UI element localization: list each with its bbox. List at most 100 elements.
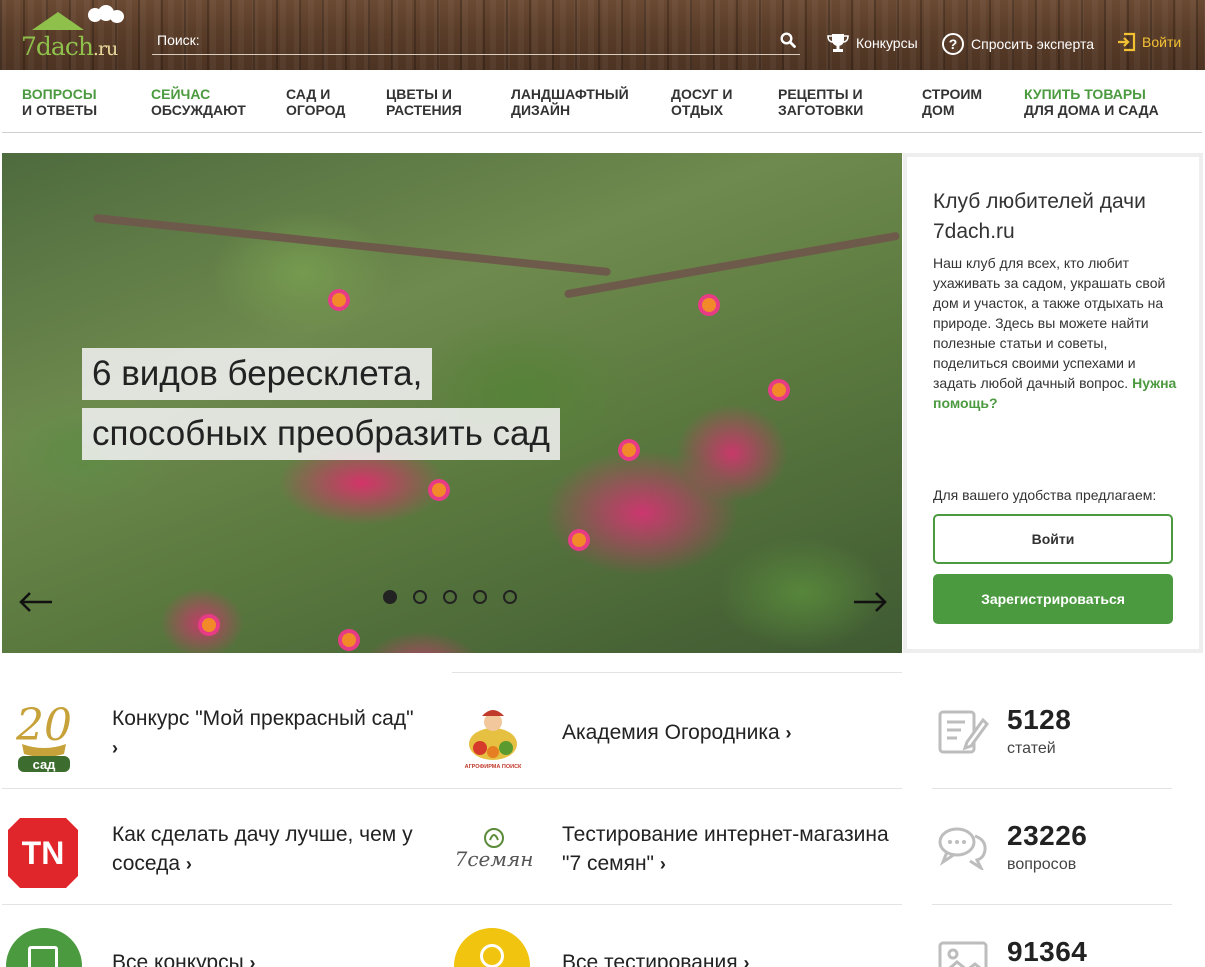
club-description: Наш клуб для всех, кто любит ухаживать з… (933, 253, 1183, 413)
contests-link-label: Конкурсы (856, 35, 918, 51)
arrow-left-icon[interactable] (18, 590, 54, 614)
academy-logo-caption: АГРОФИРМА ПОИСК (465, 764, 522, 770)
slider-dot[interactable] (413, 590, 427, 604)
club-description-text: Наш клуб для всех, кто любит ухаживать з… (933, 255, 1166, 391)
tn-logo-text: TN (22, 835, 65, 871)
contest-promo-label: Конкурс "Мой прекрасный сад" (112, 707, 414, 730)
nav-item-building[interactable]: Строим дом (922, 86, 982, 118)
logo-text: 7dach.ru (21, 32, 118, 61)
article-edit-icon (938, 710, 989, 754)
contest-20-logo: 20 сад (15, 700, 72, 772)
slider-dot[interactable] (383, 590, 397, 604)
slider-dots (383, 590, 517, 604)
svg-text:?: ? (949, 36, 958, 52)
nav-item-label: Сейчас (151, 86, 211, 102)
divider (932, 788, 1172, 789)
better-dacha-promo[interactable]: TN Как сделать дачу лучше, чем у соседа … (2, 806, 452, 896)
hero-berry-decor (332, 293, 346, 307)
nav-item-leisure[interactable]: Досуг и отдых (671, 86, 732, 118)
photo-icon (938, 941, 988, 967)
nav-item-label: Досуг и (671, 86, 733, 102)
divider (452, 904, 902, 905)
divider (932, 904, 1172, 905)
nav-item-label: огород (286, 102, 346, 118)
better-dacha-promo-label: Как сделать дачу лучше, чем у соседа (112, 823, 413, 875)
contest-promo[interactable]: 20 сад Конкурс "Мой прекрасный сад" › (2, 690, 452, 780)
contests-list-icon (6, 928, 82, 967)
hero-berry-decor (702, 298, 716, 312)
main-navigation: Вопросы и ответы Сейчас обсуждают Сад и … (2, 70, 1202, 133)
nav-item-label: обсуждают (151, 102, 246, 118)
contests-link[interactable]: Конкурсы (826, 32, 918, 54)
nav-item-label: дом (922, 102, 955, 118)
club-panel: Клуб любителей дачи 7dach.ru Наш клуб дл… (903, 153, 1203, 653)
contests-list-glyph (28, 946, 58, 967)
nav-item-label: Сад и (286, 86, 331, 102)
nav-item-label: и ответы (22, 102, 98, 118)
login-button[interactable]: Войти (933, 514, 1173, 564)
chevron-right-icon: › (249, 953, 256, 967)
seven-seeds-logo: 7семян (455, 828, 533, 871)
ask-expert-link[interactable]: ? Спросить эксперта (941, 32, 1094, 56)
divider (2, 788, 452, 789)
hero-title[interactable]: 6 видов бересклета, способных преобразит… (82, 348, 560, 468)
search-input[interactable] (152, 27, 762, 53)
stat-articles-label: статей (1007, 740, 1056, 757)
arrow-right-icon[interactable] (852, 590, 888, 614)
divider (452, 672, 902, 673)
chevron-right-icon: › (785, 723, 792, 743)
nav-item-landscape[interactable]: Ландшафтный дизайн (511, 86, 629, 118)
academy-promo[interactable]: АГРОФИРМА ПОИСК Академия Огородника › (452, 690, 902, 780)
hero-berry-decor (432, 483, 446, 497)
academy-promo-label: Академия Огородника (562, 721, 780, 744)
chat-bubbles-icon (938, 827, 987, 870)
search-icon[interactable] (780, 32, 796, 48)
chevron-right-icon: › (112, 738, 118, 758)
testing-promo[interactable]: 7семян Тестирование интернет-магазина "7… (452, 806, 902, 896)
nav-item-questions[interactable]: Вопросы и ответы (22, 86, 97, 118)
nav-item-shop[interactable]: Купить товары для дома и сада (1024, 86, 1159, 118)
hero-berry-decor (622, 443, 636, 457)
slider-dot[interactable] (503, 590, 517, 604)
site-logo[interactable]: 7dach.ru (18, 5, 133, 64)
testing-promo-title: Тестирование интернет-магазина "7 семян"… (562, 820, 892, 879)
login-link[interactable]: Войти (1116, 32, 1181, 52)
nav-item-label: заготовки (778, 102, 864, 118)
nav-item-garden[interactable]: Сад и огород (286, 86, 345, 118)
hero-title-line: 6 видов бересклета, (82, 348, 433, 400)
chevron-right-icon: › (185, 854, 192, 874)
stat-questions-label: вопросов (1007, 856, 1077, 873)
nav-item-discussing-now[interactable]: Сейчас обсуждают (151, 86, 246, 118)
contest-logo-number: 20 (15, 700, 72, 751)
nav-item-label: Вопросы (22, 86, 97, 102)
slider-dot[interactable] (473, 590, 487, 604)
academy-gardener-logo: АГРОФИРМА ПОИСК (465, 710, 522, 770)
testing-promo-label: Тестирование интернет-магазина "7 семян" (562, 823, 889, 875)
register-button[interactable]: Зарегистрироваться (933, 574, 1173, 624)
divider (2, 904, 452, 905)
contest-logo-word: сад (33, 757, 57, 772)
hero-berry-decor (772, 383, 786, 397)
nav-item-flowers[interactable]: Цветы и растения (386, 86, 462, 118)
club-title: Клуб любителей дачи 7dach.ru (933, 190, 1146, 243)
search-bar (152, 27, 800, 55)
nav-item-recipes[interactable]: Рецепты и заготовки (778, 86, 863, 118)
nav-item-label: Цветы и (386, 86, 452, 102)
stat-photos-count: 91364 (1007, 936, 1088, 967)
lightbulb-icon (454, 928, 530, 967)
hero-slider[interactable]: 6 видов бересклета, способных преобразит… (2, 153, 902, 653)
nav-item-label: растения (386, 102, 462, 118)
nav-item-label: Купить товары (1024, 86, 1146, 102)
club-offer-text: Для вашего удобства предлагаем: (933, 487, 1157, 503)
nav-item-label: Ландшафтный (511, 86, 629, 102)
all-contests-promo[interactable]: Все конкурсы › (2, 922, 452, 967)
all-contests-title: Все конкурсы › (112, 948, 412, 967)
all-tests-title: Все тестирования › (562, 948, 862, 967)
logo-cloud-icon (110, 10, 124, 23)
all-tests-promo[interactable]: Все тестирования › (452, 922, 902, 967)
divider (452, 788, 902, 789)
hero-branch-decor (563, 231, 901, 299)
slider-dot[interactable] (443, 590, 457, 604)
login-door-icon (1118, 32, 1136, 52)
all-tests-label: Все тестирования (562, 951, 738, 967)
